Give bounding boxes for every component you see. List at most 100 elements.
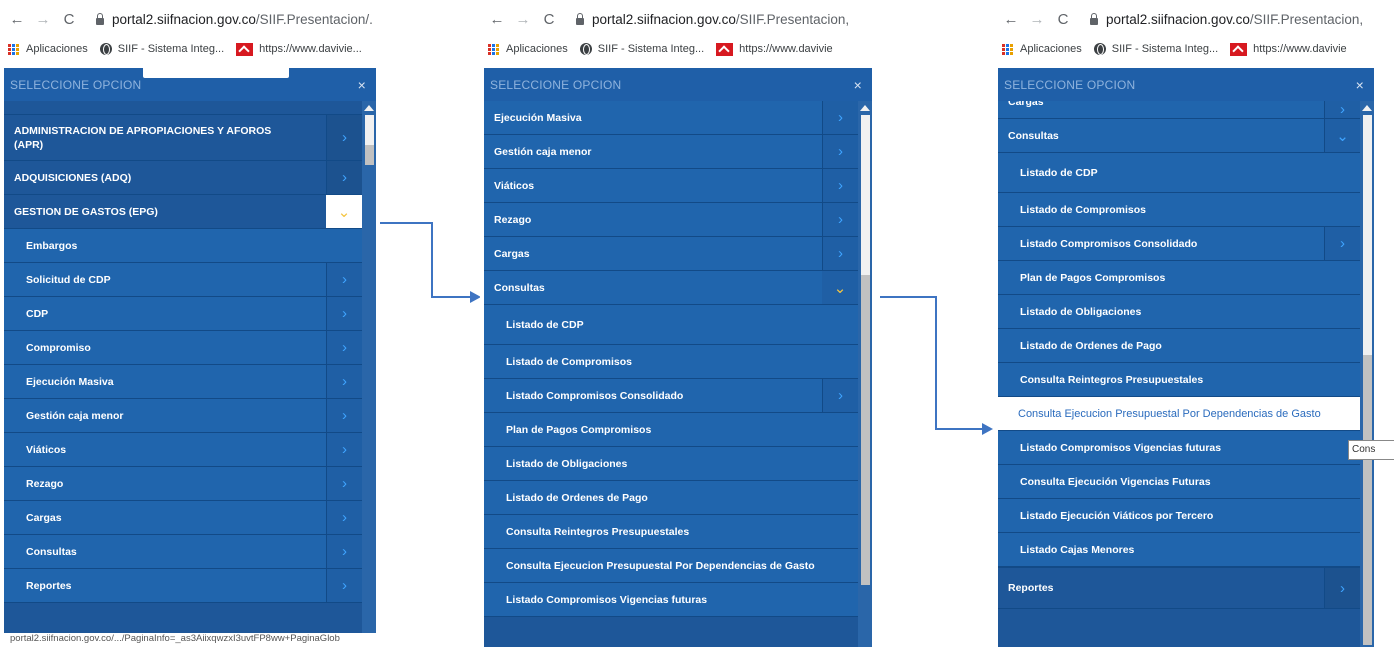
chevron-right-icon[interactable]: › [326,263,362,296]
submenu-item-ejecucion-dependencias[interactable]: Consulta Ejecucion Presupuestal Por Depe… [998,397,1360,431]
submenu-item-ejecucion-dependencias[interactable]: Consulta Ejecucion Presupuestal Por Depe… [484,549,858,583]
submenu-item-listado-compromisos[interactable]: Listado de Compromisos [998,193,1360,227]
chevron-right-icon[interactable]: › [326,115,362,160]
scrollbar[interactable] [362,101,376,647]
address-bar[interactable]: portal2.siifnacion.gov.co/SIIF.Presentac… [1106,12,1363,27]
chevron-right-icon[interactable]: › [326,433,362,466]
scroll-up-arrow-icon[interactable] [1362,105,1372,111]
scroll-thumb[interactable] [861,275,870,585]
back-button[interactable]: ← [998,11,1024,28]
submenu-item-plan-pagos[interactable]: Plan de Pagos Compromisos [484,413,858,447]
chevron-right-icon[interactable]: › [326,569,362,602]
reload-button[interactable]: C [56,11,82,28]
submenu-item-viaticos-tercero[interactable]: Listado Ejecución Viáticos por Tercero [998,499,1360,533]
reload-button[interactable]: C [536,11,562,28]
menu-item-adq[interactable]: ADQUISICIONES (ADQ) › [4,161,362,195]
submenu-item-solicitud-cdp[interactable]: Solicitud de CDP › [4,263,362,297]
submenu-item-ejecucion-vigencias-futuras[interactable]: Consulta Ejecución Vigencias Futuras [998,465,1360,499]
bookmark-apps[interactable]: Aplicaciones [480,43,568,55]
scroll-thumb[interactable] [1363,355,1372,645]
chevron-right-icon[interactable]: › [822,379,858,412]
bookmark-apps[interactable]: Aplicaciones [0,43,88,55]
submenu-item-rezago[interactable]: Rezago › [484,203,858,237]
forward-button[interactable]: → [510,11,536,28]
submenu-item-caja-menor[interactable]: Gestión caja menor › [4,399,362,433]
chevron-right-icon[interactable]: › [326,297,362,330]
chevron-right-icon[interactable]: › [1324,101,1360,118]
chevron-down-icon[interactable]: ⌄ [326,195,362,228]
scrollbar[interactable] [1360,101,1374,647]
chevron-right-icon[interactable]: › [326,161,362,194]
submenu-item-viaticos[interactable]: Viáticos › [4,433,362,467]
bookmark-davivienda[interactable]: https://www.davivie [1230,42,1347,56]
reload-button[interactable]: C [1050,11,1076,28]
submenu-item-compromisos-consolidado[interactable]: Listado Compromisos Consolidado › [484,379,858,413]
chevron-right-icon[interactable]: › [326,331,362,364]
submenu-item-ejecucion-masiva[interactable]: Ejecución Masiva › [4,365,362,399]
submenu-item-listado-cdp[interactable]: Listado de CDP [484,305,858,345]
submenu-item-embargos[interactable]: Embargos [4,229,362,263]
submenu-item-listado-obligaciones[interactable]: Listado de Obligaciones [998,295,1360,329]
submenu-item-consultas[interactable]: Consultas › [4,535,362,569]
submenu-item-consultas[interactable]: Consultas ⌄ [998,119,1360,153]
chevron-right-icon[interactable]: › [326,467,362,500]
bookmark-davivienda[interactable]: https://www.davivie... [236,42,362,56]
menu-item-reportes[interactable]: Reportes › [998,567,1360,609]
chevron-down-icon[interactable]: ⌄ [822,271,858,304]
chevron-down-icon[interactable]: ⌄ [1324,119,1360,152]
close-icon[interactable]: × [1356,77,1364,93]
bookmark-davivienda[interactable]: https://www.davivie [716,42,833,56]
submenu-item-vigencias-futuras[interactable]: Listado Compromisos Vigencias futuras [998,431,1360,465]
submenu-item-reportes[interactable]: Reportes › [4,569,362,603]
submenu-item-reintegros[interactable]: Consulta Reintegros Presupuestales [998,363,1360,397]
scroll-up-arrow-icon[interactable] [364,105,374,111]
back-button[interactable]: ← [4,11,30,28]
menu-item-epg[interactable]: GESTION DE GASTOS (EPG) ⌄ [4,195,362,229]
bookmark-siif[interactable]: SIIF - Sistema Integ... [579,43,704,55]
submenu-item-caja-menor[interactable]: Gestión caja menor › [484,135,858,169]
submenu-item-compromiso[interactable]: Compromiso › [4,331,362,365]
forward-button[interactable]: → [1024,11,1050,28]
submenu-item-vigencias-futuras[interactable]: Listado Compromisos Vigencias futuras [484,583,858,617]
chevron-right-icon[interactable]: › [326,399,362,432]
submenu-item-rezago[interactable]: Rezago › [4,467,362,501]
chevron-right-icon[interactable]: › [1324,568,1360,608]
submenu-item-ordenes-pago[interactable]: Listado de Ordenes de Pago [998,329,1360,363]
address-bar[interactable]: portal2.siifnacion.gov.co/SIIF.Presentac… [112,12,373,27]
submenu-item-listado-obligaciones[interactable]: Listado de Obligaciones [484,447,858,481]
chevron-right-icon[interactable]: › [326,501,362,534]
submenu-item-cargas[interactable]: Cargas › [484,237,858,271]
close-icon[interactable]: × [358,77,366,93]
submenu-item-viaticos[interactable]: Viáticos › [484,169,858,203]
chevron-right-icon[interactable]: › [326,365,362,398]
submenu-item-listado-cdp[interactable]: Listado de CDP [998,153,1360,193]
bookmark-apps[interactable]: Aplicaciones [994,43,1082,55]
submenu-item-reintegros[interactable]: Consulta Reintegros Presupuestales [484,515,858,549]
chevron-right-icon[interactable]: › [1324,227,1360,260]
bookmark-siif[interactable]: SIIF - Sistema Integ... [99,43,224,55]
submenu-item-cajas-menores[interactable]: Listado Cajas Menores [998,533,1360,567]
chevron-right-icon[interactable]: › [822,101,858,134]
chevron-right-icon[interactable]: › [822,169,858,202]
submenu-item-ejecucion-masiva[interactable]: Ejecución Masiva › [484,101,858,135]
submenu-item-ordenes-pago[interactable]: Listado de Ordenes de Pago [484,481,858,515]
scroll-up-arrow-icon[interactable] [860,105,870,111]
bookmark-siif[interactable]: SIIF - Sistema Integ... [1093,43,1218,55]
menu-item-apr[interactable]: ADMINISTRACION DE APROPIACIONES Y AFOROS… [4,115,362,161]
submenu-item-cargas[interactable]: Cargas › [4,501,362,535]
chevron-right-icon[interactable]: › [822,237,858,270]
forward-button[interactable]: → [30,11,56,28]
chevron-right-icon[interactable]: › [822,135,858,168]
submenu-item-cdp[interactable]: CDP › [4,297,362,331]
chevron-right-icon[interactable]: › [822,203,858,236]
submenu-item-plan-pagos[interactable]: Plan de Pagos Compromisos [998,261,1360,295]
submenu-item-listado-compromisos[interactable]: Listado de Compromisos [484,345,858,379]
submenu-item-compromisos-consolidado[interactable]: Listado Compromisos Consolidado › [998,227,1360,261]
address-bar[interactable]: portal2.siifnacion.gov.co/SIIF.Presentac… [592,12,849,27]
submenu-item-consultas[interactable]: Consultas ⌄ [484,271,858,305]
scrollbar[interactable] [858,101,872,647]
scroll-thumb[interactable] [365,145,374,165]
back-button[interactable]: ← [484,11,510,28]
close-icon[interactable]: × [854,77,862,93]
submenu-item-cargas[interactable]: Cargas › [998,101,1360,119]
